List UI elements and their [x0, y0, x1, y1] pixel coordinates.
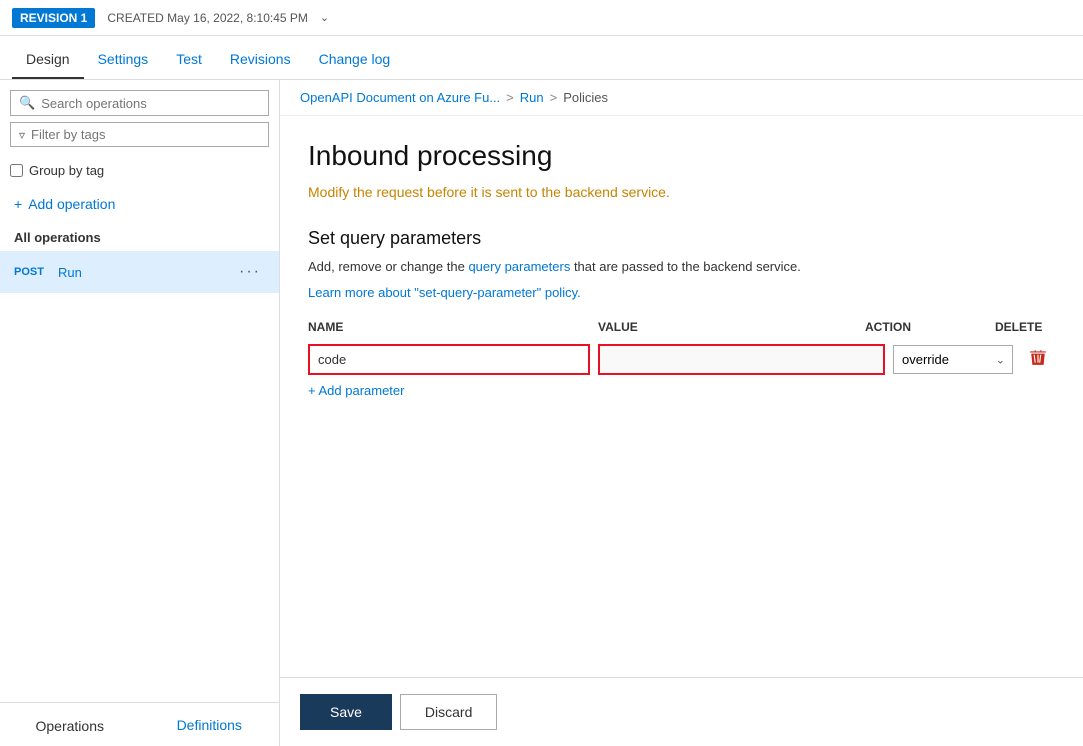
content-area: OpenAPI Document on Azure Fu... > Run > …	[280, 80, 1083, 746]
bottom-tabs: Operations Definitions	[0, 702, 279, 746]
breadcrumb: OpenAPI Document on Azure Fu... > Run > …	[280, 80, 1083, 116]
learn-link[interactable]: Learn more about "set-query-parameter" p…	[308, 285, 581, 300]
table-row: override append delete skip ⌄	[308, 344, 1055, 375]
tab-test[interactable]: Test	[162, 41, 216, 79]
operation-name-run: Run	[58, 265, 235, 280]
page-title: Inbound processing	[308, 140, 1055, 172]
main-layout: 🔍 ▿ Group by tag + Add operation All ope…	[0, 80, 1083, 746]
add-operation-button[interactable]: + Add operation	[0, 186, 279, 222]
sidebar-search-area: 🔍 ▿	[0, 80, 279, 155]
action-select-wrap: override append delete skip ⌄	[893, 345, 1013, 374]
footer-buttons: Save Discard	[280, 677, 1083, 746]
tab-changelog[interactable]: Change log	[305, 41, 405, 79]
col-header-delete: DELETE	[995, 316, 1055, 338]
add-param-label: + Add parameter	[308, 383, 404, 398]
search-input[interactable]	[41, 96, 260, 111]
search-icon: 🔍	[19, 95, 35, 111]
param-header-row: NAME VALUE ACTION DELETE	[308, 316, 1055, 338]
add-icon: +	[14, 196, 22, 212]
group-by-tag-checkbox[interactable]	[10, 164, 23, 177]
operation-item-run[interactable]: POST Run ···	[0, 251, 279, 293]
bottom-tab-operations-label: Operations	[36, 718, 104, 734]
section-title: Set query parameters	[308, 228, 1055, 249]
trash-icon	[1029, 348, 1047, 366]
group-by-tag-label: Group by tag	[29, 163, 104, 178]
tab-settings[interactable]: Settings	[84, 41, 163, 79]
tab-revisions[interactable]: Revisions	[216, 41, 305, 79]
breadcrumb-part3: Policies	[563, 90, 608, 105]
revision-dropdown-icon[interactable]: ⌄	[320, 11, 329, 24]
nav-tabs: Design Settings Test Revisions Change lo…	[0, 36, 1083, 80]
save-button[interactable]: Save	[300, 694, 392, 730]
search-input-wrap: 🔍	[10, 90, 269, 116]
action-select[interactable]: override append delete skip	[893, 345, 1013, 374]
param-value-input[interactable]	[598, 344, 885, 375]
content-scroll: Inbound processing Modify the request be…	[280, 116, 1083, 677]
breadcrumb-part1[interactable]: OpenAPI Document on Azure Fu...	[300, 90, 500, 105]
section-desc: Add, remove or change the query paramete…	[308, 259, 1055, 274]
add-operation-label: Add operation	[28, 196, 115, 212]
delete-row-button[interactable]	[1021, 344, 1055, 375]
discard-button[interactable]: Discard	[400, 694, 497, 730]
breadcrumb-sep1: >	[506, 90, 514, 105]
col-header-value: VALUE	[598, 316, 865, 338]
bottom-tab-definitions-label: Definitions	[177, 717, 242, 733]
sidebar: 🔍 ▿ Group by tag + Add operation All ope…	[0, 80, 280, 746]
operation-ellipsis-button[interactable]: ···	[235, 261, 265, 283]
filter-input[interactable]	[31, 127, 260, 142]
method-badge-post: POST	[14, 266, 48, 278]
group-by-tag-row: Group by tag	[0, 155, 279, 186]
filter-wrap: ▿	[10, 122, 269, 147]
bottom-tab-operations[interactable]: Operations	[0, 703, 140, 746]
subtitle: Modify the request before it is sent to …	[308, 184, 1055, 200]
revision-badge: REVISION 1	[12, 8, 95, 28]
param-table: NAME VALUE ACTION DELETE override append…	[308, 316, 1055, 398]
top-bar: REVISION 1 CREATED May 16, 2022, 8:10:45…	[0, 0, 1083, 36]
col-header-action: ACTION	[865, 316, 995, 338]
tab-design[interactable]: Design	[12, 41, 84, 79]
breadcrumb-part2[interactable]: Run	[520, 90, 544, 105]
breadcrumb-sep2: >	[550, 90, 558, 105]
col-header-name: NAME	[308, 316, 598, 338]
all-operations-label: All operations	[0, 222, 279, 251]
created-text: CREATED May 16, 2022, 8:10:45 PM	[107, 11, 308, 25]
bottom-tab-definitions[interactable]: Definitions	[140, 703, 280, 746]
param-name-input[interactable]	[308, 344, 590, 375]
add-param-button[interactable]: + Add parameter	[308, 383, 1055, 398]
filter-icon: ▿	[19, 128, 25, 142]
